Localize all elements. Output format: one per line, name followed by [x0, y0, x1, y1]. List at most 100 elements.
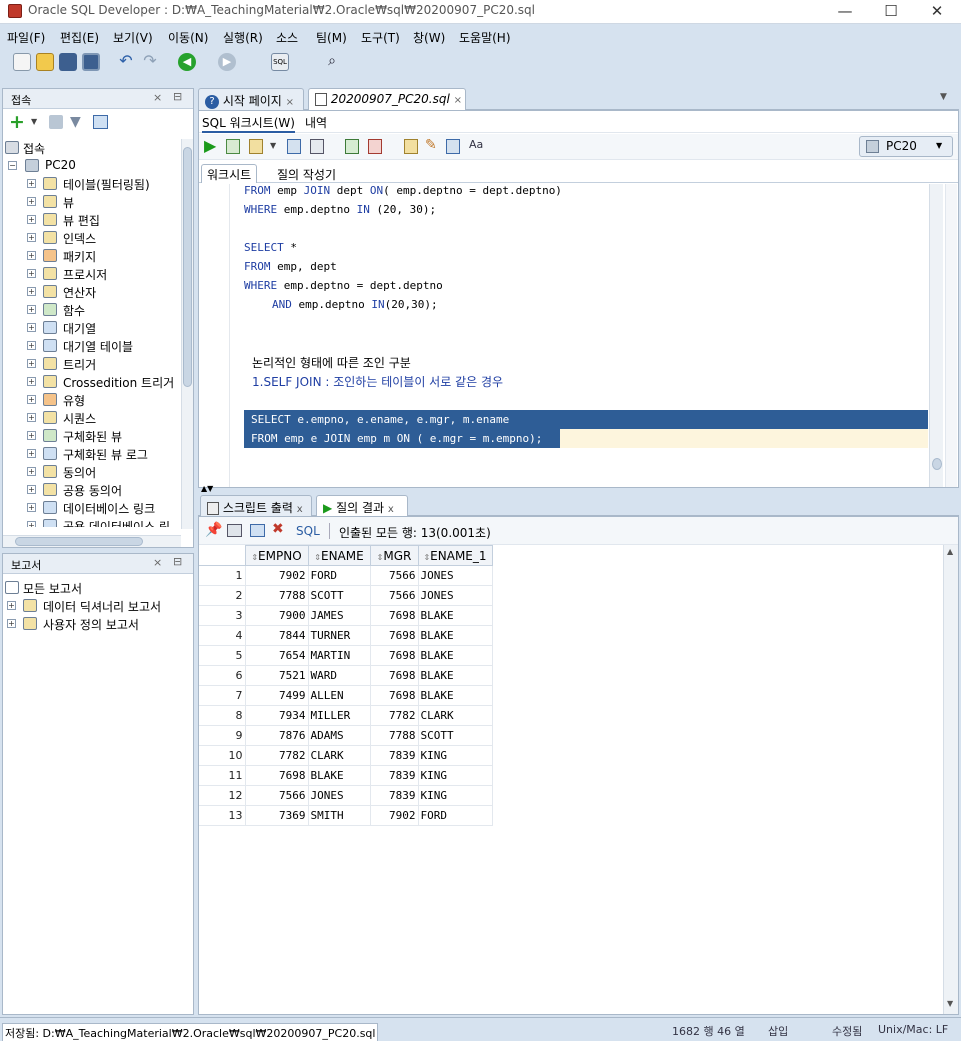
code-line[interactable]: WHERE emp.deptno IN (20, 30);	[244, 203, 436, 216]
menu-navigate[interactable]: 이동(N)	[168, 29, 208, 46]
expand-icon[interactable]: +	[27, 395, 36, 404]
run-statement-icon[interactable]: ▶	[204, 136, 216, 155]
tab-worksheet[interactable]: 워크시트	[201, 164, 258, 183]
table-row[interactable]: 2 7788 SCOTT 7566 JONES	[199, 585, 493, 606]
scroll-up-icon[interactable]: ▲	[947, 547, 953, 556]
cell-empno[interactable]: 7934	[245, 705, 309, 726]
expand-icon[interactable]: +	[27, 197, 36, 206]
cell-ename[interactable]: WARD	[308, 665, 371, 686]
cell-ename-1[interactable]: JONES	[418, 585, 493, 606]
minimize-panel-icon[interactable]: ⊟	[173, 555, 182, 568]
open-folder-icon[interactable]	[36, 53, 54, 71]
column-header-ename-1[interactable]: ⇕ENAME_1	[417, 545, 493, 566]
autotrace-icon[interactable]	[249, 139, 263, 154]
tab-script-output[interactable]: 스크립트 출력 x	[200, 495, 312, 517]
cell-mgr[interactable]: 7902	[370, 805, 419, 826]
column-header-empno[interactable]: ⇕EMPNO	[244, 545, 309, 566]
scroll-thumb[interactable]	[183, 147, 192, 387]
connections-vscroll[interactable]	[181, 139, 193, 529]
expand-icon[interactable]: +	[27, 413, 36, 422]
cell-ename[interactable]: FORD	[308, 565, 371, 586]
cell-mgr[interactable]: 7698	[370, 685, 419, 706]
schema-browser-icon[interactable]	[93, 115, 108, 129]
close-icon[interactable]: ×	[153, 91, 162, 104]
table-row[interactable]: 9 7876 ADAMS 7788 SCOTT	[199, 725, 493, 746]
refresh-icon[interactable]	[49, 115, 63, 129]
format-icon[interactable]: Aa	[469, 138, 483, 151]
cell-ename-1[interactable]: BLAKE	[418, 645, 493, 666]
cell-empno[interactable]: 7844	[245, 625, 309, 646]
collapse-icon[interactable]: −	[8, 161, 17, 170]
scroll-thumb[interactable]	[932, 458, 942, 470]
expand-icon[interactable]: +	[27, 215, 36, 224]
cell-mgr[interactable]: 7566	[370, 585, 419, 606]
save-all-icon[interactable]	[82, 53, 100, 71]
cell-ename-1[interactable]: BLAKE	[418, 625, 493, 646]
cell-ename-1[interactable]: BLAKE	[418, 665, 493, 686]
column-header-ename[interactable]: ⇕ENAME	[307, 545, 371, 566]
tab-query-result[interactable]: ▶ 질의 결과 x	[316, 495, 408, 517]
expand-icon[interactable]: +	[27, 377, 36, 386]
cell-mgr[interactable]: 7698	[370, 665, 419, 686]
sql-tuning-icon[interactable]	[310, 139, 324, 154]
expand-icon[interactable]: +	[7, 601, 16, 610]
filter-icon[interactable]: ▼	[70, 114, 81, 130]
cell-ename-1[interactable]: FORD	[418, 805, 493, 826]
table-row[interactable]: 12 7566 JONES 7839 KING	[199, 785, 493, 806]
code-line[interactable]: WHERE emp.deptno = dept.deptno	[244, 279, 443, 292]
code-line[interactable]: FROM emp JOIN dept ON( emp.deptno = dept…	[244, 184, 562, 197]
code-comment[interactable]: 1.SELF JOIN : 조인하는 테이블이 서로 같은 경우	[252, 373, 503, 390]
explain-plan-icon[interactable]	[287, 139, 301, 154]
scroll-down-icon[interactable]: ▼	[947, 999, 953, 1008]
expand-icon[interactable]: +	[27, 341, 36, 350]
expand-icon[interactable]: +	[27, 251, 36, 260]
expand-icon[interactable]: +	[27, 269, 36, 278]
expand-icon[interactable]: +	[27, 431, 36, 440]
code-comment[interactable]: 논리적인 형태에 따른 조인 구분	[252, 354, 411, 371]
results-vscroll[interactable]: ▲ ▼	[943, 545, 958, 1014]
binoculars-icon[interactable]: ⌕	[323, 53, 341, 71]
cell-empno[interactable]: 7499	[245, 685, 309, 706]
cell-empno[interactable]: 7876	[245, 725, 309, 746]
cell-ename[interactable]: TURNER	[308, 625, 371, 646]
tab-start-page[interactable]: ? 시작 페이지 ×	[198, 88, 304, 110]
refresh-icon[interactable]	[250, 524, 265, 537]
eraser-icon[interactable]: ✎	[425, 137, 437, 153]
code-line-selected[interactable]: FROM emp e JOIN emp m ON ( e.mgr = m.emp…	[251, 432, 542, 445]
add-connection-icon[interactable]: +	[9, 111, 25, 133]
minimize-panel-icon[interactable]: ⊟	[173, 90, 182, 103]
cell-ename-1[interactable]: CLARK	[418, 705, 493, 726]
cell-mgr[interactable]: 7698	[370, 625, 419, 646]
expand-icon[interactable]: +	[27, 305, 36, 314]
cell-empno[interactable]: 7698	[245, 765, 309, 786]
cell-ename-1[interactable]: SCOTT	[418, 725, 493, 746]
expand-icon[interactable]: +	[27, 503, 36, 512]
cell-ename-1[interactable]: JONES	[418, 565, 493, 586]
table-row[interactable]: 7 7499 ALLEN 7698 BLAKE	[199, 685, 493, 706]
table-row[interactable]: 4 7844 TURNER 7698 BLAKE	[199, 625, 493, 646]
close-icon[interactable]: ×	[454, 95, 462, 106]
table-row[interactable]: 5 7654 MARTIN 7698 BLAKE	[199, 645, 493, 666]
cell-ename[interactable]: ALLEN	[308, 685, 371, 706]
menu-tools[interactable]: 도구(T)	[361, 29, 400, 46]
expand-icon[interactable]: +	[27, 179, 36, 188]
sql-connection-icon[interactable]: SQL	[271, 53, 289, 71]
close-icon[interactable]: x	[388, 504, 394, 515]
cell-empno[interactable]: 7782	[245, 745, 309, 766]
code-line-selected[interactable]: SELECT e.empno, e.ename, e.mgr, m.ename	[251, 413, 509, 426]
splitter-arrows-icon[interactable]: ▲▼	[201, 484, 213, 493]
new-file-icon[interactable]	[13, 53, 31, 71]
save-icon[interactable]	[59, 53, 77, 71]
cell-mgr[interactable]: 7839	[370, 785, 419, 806]
menu-run[interactable]: 실행(R)	[223, 29, 263, 46]
expand-icon[interactable]: +	[27, 359, 36, 368]
hscroll-thumb[interactable]	[15, 537, 143, 546]
chevron-down-icon[interactable]: ▼	[270, 141, 276, 150]
cell-empno[interactable]: 7369	[245, 805, 309, 826]
cell-ename[interactable]: ADAMS	[308, 725, 371, 746]
subtab-history[interactable]: 내역	[305, 114, 327, 131]
subtab-worksheet[interactable]: SQL 워크시트(W)	[202, 114, 295, 133]
close-icon[interactable]: ×	[153, 556, 162, 569]
tab-sql-file[interactable]: 20200907_PC20.sql ×	[308, 88, 466, 110]
expand-icon[interactable]: +	[27, 233, 36, 242]
